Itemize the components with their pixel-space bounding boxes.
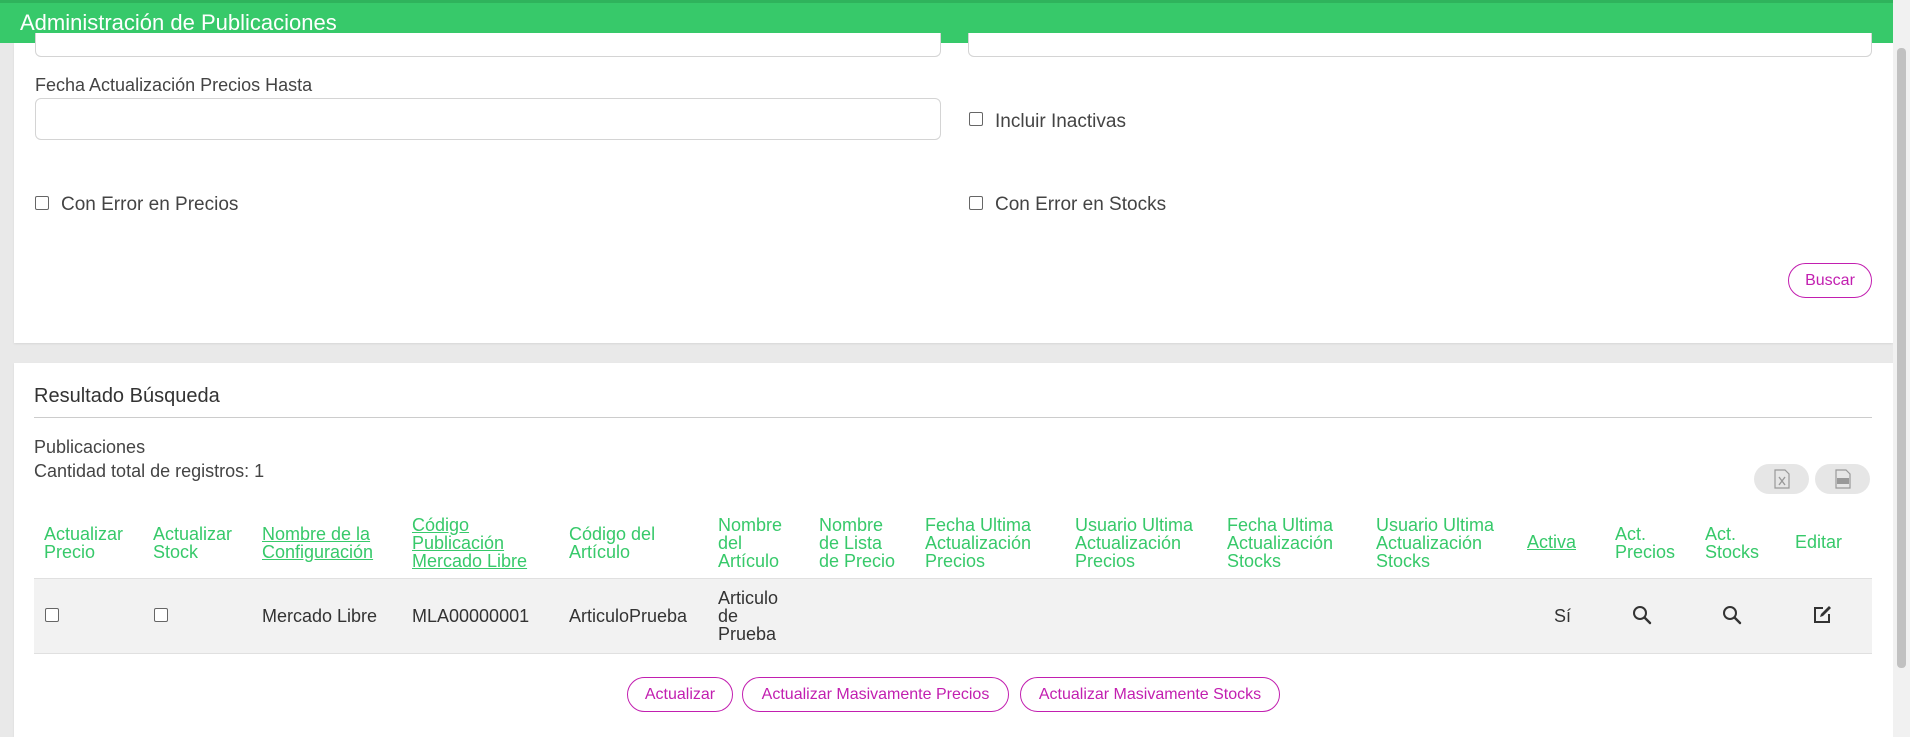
col-line: Stock (153, 542, 199, 562)
fecha-hasta-input[interactable] (35, 98, 941, 140)
cell-line: de (718, 606, 739, 626)
col-line: Precio (44, 542, 96, 562)
col-line: Usuario Ultima (1376, 515, 1495, 535)
cell-configuracion: Mercado Libre (262, 606, 378, 626)
cell-codigo-articulo: ArticuloPrueba (569, 606, 688, 626)
col-line: Precios (925, 551, 986, 571)
col-act-stocks: Act. Stocks (1705, 525, 1759, 561)
col-nombre-articulo: Nombre del Artículo (718, 516, 782, 570)
col-line: Fecha Ultima (925, 515, 1032, 535)
col-line: de Lista (819, 533, 883, 553)
col-line: Código del (569, 524, 656, 544)
error-stocks-label: Con Error en Stocks (995, 194, 1167, 215)
export-excel-button[interactable] (1754, 464, 1809, 494)
col-nombre-lista: Nombre de Lista de Precio (819, 516, 895, 570)
col-line: Configuración (262, 542, 374, 562)
col-line: Act. (1615, 524, 1647, 544)
actualizar-precio-checkbox[interactable] (45, 608, 59, 622)
col-line: Fecha Ultima (1227, 515, 1334, 535)
cell-line: Prueba (718, 624, 777, 644)
col-codigo-articulo: Código del Artículo (569, 525, 655, 561)
previous-field-input-right[interactable] (968, 33, 1872, 57)
cell-codigo-publicacion: MLA00000001 (412, 606, 530, 626)
col-line: Actualizar (153, 524, 233, 544)
col-line: Nombre (718, 515, 783, 535)
col-line: Mercado Libre (412, 551, 528, 571)
error-stocks-checkbox[interactable] (969, 196, 983, 210)
edit-icon[interactable] (1811, 604, 1833, 626)
incluir-inactivas-checkbox[interactable] (969, 112, 983, 126)
cell-line: Articulo (718, 588, 779, 608)
cell-nombre-articulo: Articulo de Prueba (718, 589, 778, 643)
col-fecha-ult-stocks: Fecha Ultima Actualización Stocks (1227, 516, 1333, 570)
col-line: Precios (1615, 542, 1676, 562)
error-precios-label: Con Error en Precios (61, 194, 239, 215)
col-line: Activa (1527, 532, 1577, 552)
actualizar-button[interactable]: Actualizar (627, 677, 733, 712)
results-panel: Resultado Búsqueda Publicaciones Cantida… (14, 363, 1893, 737)
list-title: Publicaciones (34, 437, 146, 457)
error-precios-checkbox[interactable] (35, 196, 49, 210)
col-line: Actualización (1075, 533, 1182, 553)
col-line: Editar (1795, 532, 1843, 552)
col-line: Nombre de la (262, 524, 371, 544)
col-line: Nombre (819, 515, 884, 535)
buscar-button[interactable]: Buscar (1788, 263, 1872, 298)
col-act-precios: Act. Precios (1615, 525, 1675, 561)
col-line: Act. (1705, 524, 1737, 544)
scrollbar-thumb[interactable] (1897, 48, 1906, 668)
col-line: Stocks (1705, 542, 1760, 562)
col-actualizar-stock: Actualizar Stock (153, 525, 232, 561)
col-line: Actualización (925, 533, 1032, 553)
col-line: de Precio (819, 551, 896, 571)
col-line: Usuario Ultima (1075, 515, 1194, 535)
record-count: Cantidad total de registros: 1 (34, 461, 265, 481)
col-codigo-publicacion[interactable]: Código Publicación Mercado Libre (412, 516, 527, 570)
previous-field-input[interactable] (35, 33, 941, 57)
excel-icon (1773, 469, 1790, 489)
act-precios-search-icon[interactable] (1631, 604, 1653, 626)
results-section-title: Resultado Búsqueda (34, 385, 220, 407)
col-line: Stocks (1227, 551, 1282, 571)
actualizar-masivamente-precios-button[interactable]: Actualizar Masivamente Precios (742, 677, 1009, 712)
col-nombre-configuracion[interactable]: Nombre de la Configuración (262, 525, 373, 561)
page-scrollbar[interactable] (1893, 0, 1910, 737)
col-line: Precios (1075, 551, 1136, 571)
col-line: Artículo (718, 551, 780, 571)
col-line: Publicación (412, 533, 505, 553)
filters-panel: Fecha Actualización Precios Hasta Inclui… (14, 33, 1893, 343)
actualizar-stock-checkbox[interactable] (154, 608, 168, 622)
csv-icon (1834, 469, 1851, 489)
col-editar: Editar (1795, 533, 1842, 551)
section-divider (34, 417, 1872, 418)
act-stocks-search-icon[interactable] (1721, 604, 1743, 626)
col-activa[interactable]: Activa (1527, 533, 1576, 551)
incluir-inactivas-label: Incluir Inactivas (995, 111, 1126, 132)
actualizar-masivamente-stocks-button[interactable]: Actualizar Masivamente Stocks (1020, 677, 1280, 712)
col-line: Artículo (569, 542, 631, 562)
col-line: Actualización (1227, 533, 1334, 553)
export-csv-button[interactable] (1815, 464, 1870, 494)
col-line: Actualización (1376, 533, 1483, 553)
col-line: Stocks (1376, 551, 1431, 571)
col-line: Actualizar (44, 524, 124, 544)
cell-activa: Sí (1554, 606, 1572, 626)
col-actualizar-precio: Actualizar Precio (44, 525, 123, 561)
col-line: del (718, 533, 743, 553)
col-line: Código (412, 515, 470, 535)
col-usuario-ult-stocks: Usuario Ultima Actualización Stocks (1376, 516, 1494, 570)
fecha-hasta-label: Fecha Actualización Precios Hasta (35, 75, 313, 95)
col-fecha-ult-precios: Fecha Ultima Actualización Precios (925, 516, 1031, 570)
col-usuario-ult-precios: Usuario Ultima Actualización Precios (1075, 516, 1193, 570)
